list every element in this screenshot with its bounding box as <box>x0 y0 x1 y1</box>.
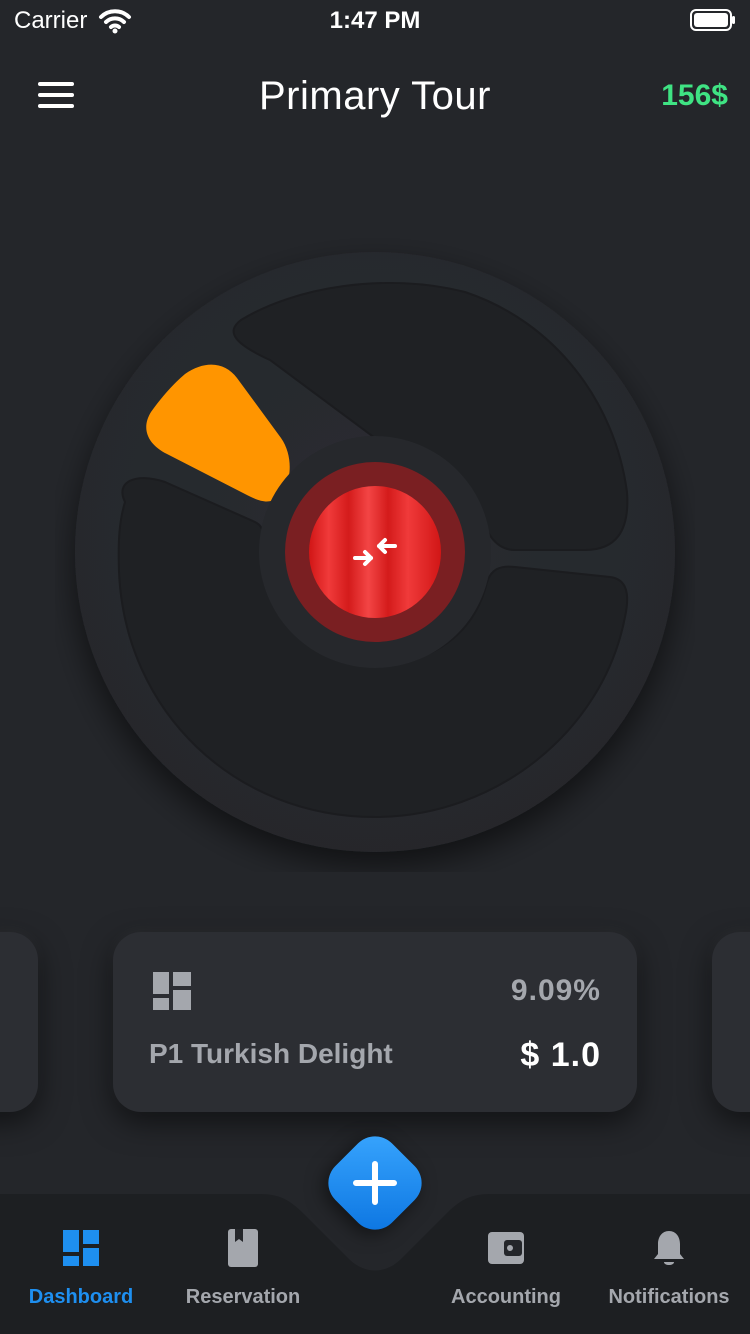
page-title: Primary Tour <box>259 74 491 118</box>
tab-accounting[interactable]: Accounting <box>431 1228 581 1308</box>
product-name: P1 Turkish Delight <box>149 1038 393 1069</box>
tab-dashboard[interactable]: Dashboard <box>6 1228 156 1308</box>
tab-label-accounting: Accounting <box>451 1286 561 1308</box>
product-price: $ 1.0 <box>520 1036 601 1074</box>
product-percent: 9.09% <box>510 974 601 1007</box>
product-card-previous[interactable] <box>0 932 38 1112</box>
tab-label-reservation: Reservation <box>185 1286 301 1308</box>
tab-label-notifications: Notifications <box>608 1286 730 1308</box>
add-button[interactable] <box>318 1126 432 1240</box>
wallet-icon <box>488 1232 524 1264</box>
status-bar: Carrier 1:47 PM <box>0 0 750 40</box>
bell-icon <box>654 1231 684 1265</box>
tour-wheel[interactable] <box>55 232 695 872</box>
screen: Carrier 1:47 PM Primary Tour 156$ 9.09% … <box>0 0 750 1334</box>
dashboard-icon <box>63 1230 99 1266</box>
clock: 1:47 PM <box>329 7 421 34</box>
balance-amount: 156$ <box>661 79 728 112</box>
book-icon <box>228 1229 258 1267</box>
tab-reservation[interactable]: Reservation <box>168 1228 318 1308</box>
battery-icon <box>690 9 735 31</box>
tab-notifications[interactable]: Notifications <box>594 1228 744 1308</box>
product-card-next[interactable] <box>712 932 750 1112</box>
header: Primary Tour 156$ <box>0 60 750 132</box>
plus-icon <box>353 1161 397 1205</box>
wheel-graphic <box>75 252 675 852</box>
center-button <box>309 486 441 618</box>
tab-label-dashboard: Dashboard <box>28 1286 134 1308</box>
product-card[interactable]: 9.09% P1 Turkish Delight $ 1.0 <box>113 932 637 1112</box>
dashboard-grid-icon <box>153 972 191 1010</box>
